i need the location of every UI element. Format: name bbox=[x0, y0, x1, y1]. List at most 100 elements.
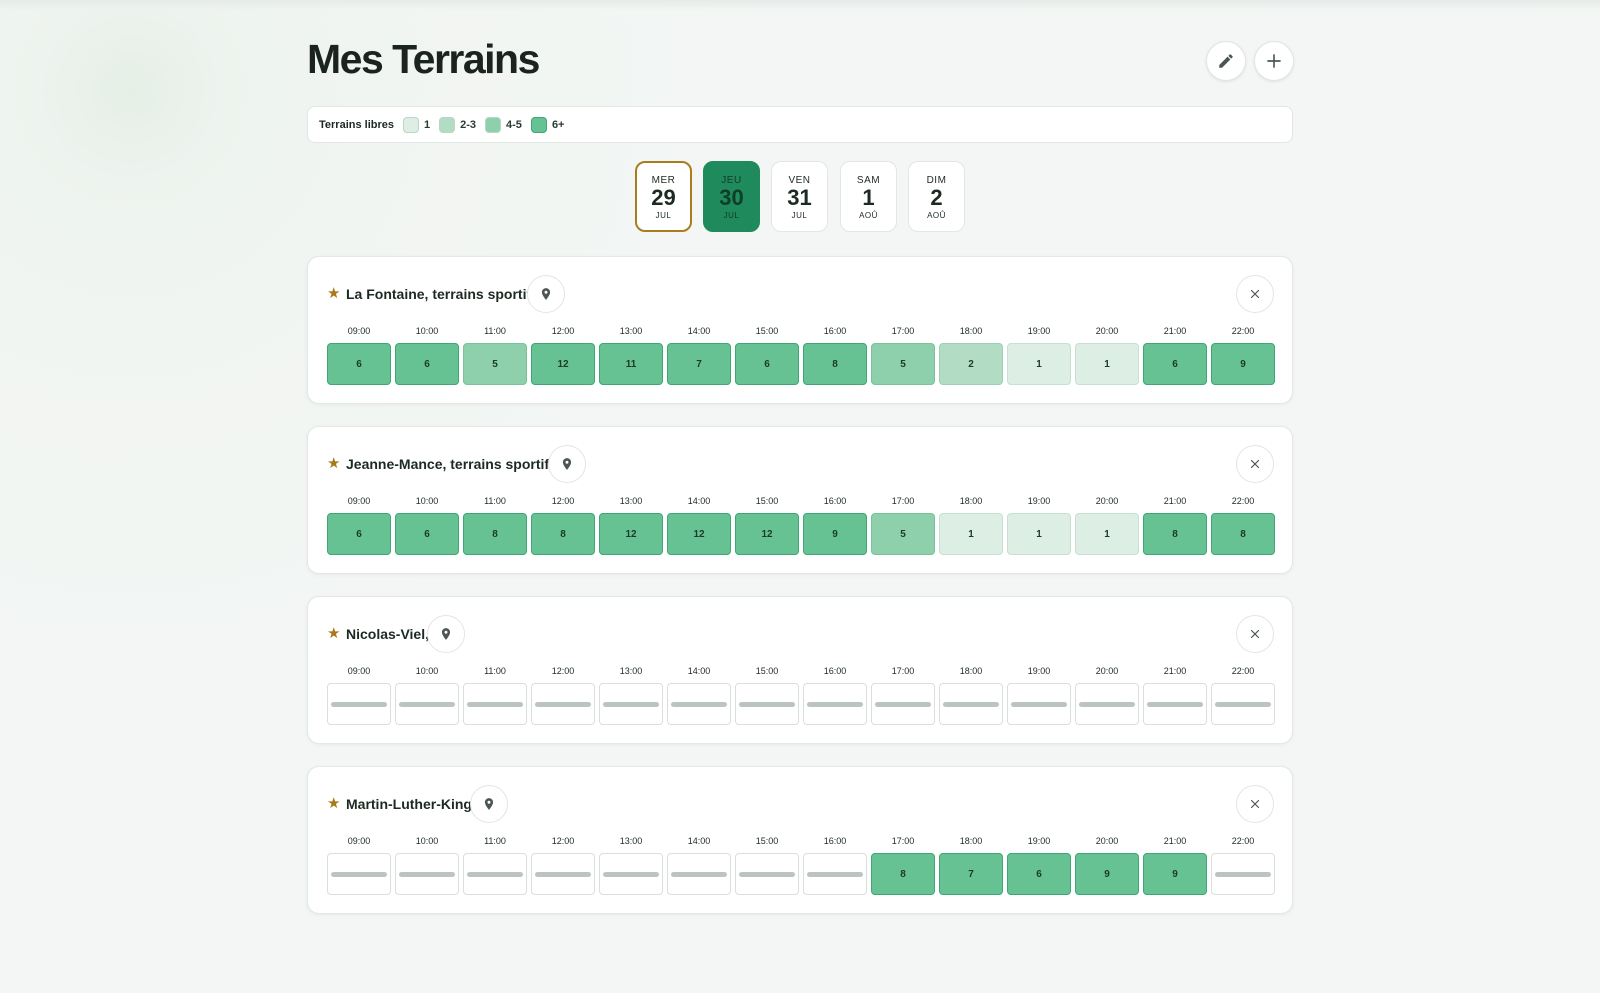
legend-swatch-1 bbox=[403, 116, 419, 133]
day-button-mer-29[interactable]: MER 29 JUL bbox=[635, 161, 692, 232]
star-icon[interactable]: ★ bbox=[327, 285, 340, 303]
day-button-sam-1[interactable]: SAM 1 AOÛ bbox=[840, 161, 897, 232]
time-slot-unavailable[interactable] bbox=[1211, 683, 1275, 725]
star-icon[interactable]: ★ bbox=[327, 795, 340, 813]
unavailable-bar bbox=[739, 871, 795, 877]
time-slot[interactable]: 8 bbox=[1211, 513, 1275, 555]
hour-label: 15:00 bbox=[755, 326, 779, 336]
time-slot-unavailable[interactable] bbox=[1143, 683, 1207, 725]
time-slot-unavailable[interactable] bbox=[803, 683, 867, 725]
time-slot[interactable]: 1 bbox=[1075, 343, 1139, 385]
time-slot[interactable]: 1 bbox=[939, 513, 1003, 555]
day-month: JUL bbox=[655, 211, 672, 220]
legend-title: Terrains libres bbox=[319, 118, 394, 131]
location-button[interactable] bbox=[470, 785, 508, 823]
time-slot[interactable]: 6 bbox=[735, 343, 799, 385]
time-slot[interactable]: 8 bbox=[1143, 513, 1207, 555]
time-slot-unavailable[interactable] bbox=[1075, 683, 1139, 725]
map-pin-icon bbox=[562, 458, 572, 470]
day-button-jeu-30[interactable]: JEU 30 JUL bbox=[703, 161, 760, 232]
time-slot[interactable]: 9 bbox=[1143, 853, 1207, 895]
time-slot[interactable]: 9 bbox=[1075, 853, 1139, 895]
time-slot[interactable]: 11 bbox=[599, 343, 663, 385]
day-number: 31 bbox=[787, 185, 812, 210]
time-slot-unavailable[interactable] bbox=[735, 853, 799, 895]
time-slot[interactable]: 7 bbox=[939, 853, 1003, 895]
hour-label: 17:00 bbox=[891, 496, 915, 506]
time-slot[interactable]: 12 bbox=[735, 513, 799, 555]
time-slot-unavailable[interactable] bbox=[463, 683, 527, 725]
time-slot-unavailable[interactable] bbox=[395, 683, 459, 725]
time-slot-unavailable[interactable] bbox=[735, 683, 799, 725]
location-button[interactable] bbox=[527, 275, 565, 313]
time-slot[interactable]: 8 bbox=[531, 513, 595, 555]
time-slot[interactable]: 6 bbox=[395, 513, 459, 555]
remove-venue-button[interactable] bbox=[1236, 275, 1274, 313]
unavailable-bar bbox=[1079, 701, 1135, 707]
location-button[interactable] bbox=[427, 615, 465, 653]
add-venue-button[interactable] bbox=[1254, 41, 1294, 81]
time-slot-unavailable[interactable] bbox=[667, 683, 731, 725]
day-month: AOÛ bbox=[859, 211, 878, 220]
unavailable-bar bbox=[671, 871, 727, 877]
time-slot-unavailable[interactable] bbox=[599, 853, 663, 895]
hour-label: 17:00 bbox=[891, 326, 915, 336]
legend-bar: Terrains libres 1 2-3 4-5 6+ bbox=[307, 106, 1293, 143]
time-slot[interactable]: 8 bbox=[871, 853, 935, 895]
time-slot[interactable]: 2 bbox=[939, 343, 1003, 385]
hour-label: 18:00 bbox=[959, 496, 983, 506]
day-button-ven-31[interactable]: VEN 31 JUL bbox=[771, 161, 828, 232]
time-slot-unavailable[interactable] bbox=[1007, 683, 1071, 725]
hour-label: 14:00 bbox=[687, 496, 711, 506]
time-slot[interactable]: 12 bbox=[531, 343, 595, 385]
time-slot[interactable]: 6 bbox=[327, 343, 391, 385]
time-slot-unavailable[interactable] bbox=[531, 683, 595, 725]
time-slot-unavailable[interactable] bbox=[395, 853, 459, 895]
time-slot-unavailable[interactable] bbox=[463, 853, 527, 895]
time-slot-unavailable[interactable] bbox=[1211, 853, 1275, 895]
time-slot[interactable]: 6 bbox=[395, 343, 459, 385]
star-icon[interactable]: ★ bbox=[327, 625, 340, 643]
time-slot[interactable]: 1 bbox=[1007, 513, 1071, 555]
time-slot[interactable]: 5 bbox=[871, 343, 935, 385]
time-slot-unavailable[interactable] bbox=[939, 683, 1003, 725]
time-slot[interactable]: 9 bbox=[803, 513, 867, 555]
time-slot[interactable]: 8 bbox=[803, 343, 867, 385]
time-slot-unavailable[interactable] bbox=[599, 683, 663, 725]
day-button-dim-2[interactable]: DIM 2 AOÛ bbox=[908, 161, 965, 232]
venue-name: Martin-Luther-King, bbox=[346, 796, 476, 812]
remove-venue-button[interactable] bbox=[1236, 615, 1274, 653]
time-slot[interactable]: 5 bbox=[463, 343, 527, 385]
time-slot-unavailable[interactable] bbox=[327, 683, 391, 725]
hour-label: 20:00 bbox=[1095, 326, 1119, 336]
time-slot-unavailable[interactable] bbox=[531, 853, 595, 895]
close-icon bbox=[1250, 289, 1260, 299]
unavailable-bar bbox=[535, 701, 591, 707]
map-pin-icon bbox=[441, 628, 451, 640]
time-slot[interactable]: 1 bbox=[1007, 343, 1071, 385]
time-slot[interactable]: 6 bbox=[327, 513, 391, 555]
time-slot[interactable]: 8 bbox=[463, 513, 527, 555]
time-slot[interactable]: 6 bbox=[1143, 343, 1207, 385]
time-slot[interactable]: 6 bbox=[1007, 853, 1071, 895]
hour-label: 13:00 bbox=[619, 836, 643, 846]
hour-label: 09:00 bbox=[347, 326, 371, 336]
star-icon[interactable]: ★ bbox=[327, 455, 340, 473]
remove-venue-button[interactable] bbox=[1236, 785, 1274, 823]
time-slot-unavailable[interactable] bbox=[667, 853, 731, 895]
time-slot[interactable]: 7 bbox=[667, 343, 731, 385]
hour-label: 13:00 bbox=[619, 666, 643, 676]
time-slot-unavailable[interactable] bbox=[327, 853, 391, 895]
time-slot[interactable]: 12 bbox=[667, 513, 731, 555]
location-button[interactable] bbox=[548, 445, 586, 483]
remove-venue-button[interactable] bbox=[1236, 445, 1274, 483]
time-slot[interactable]: 9 bbox=[1211, 343, 1275, 385]
hour-labels: 09:00 10:00 11:00 12:00 13:00 14:00 15:00 16:00… bbox=[327, 836, 1275, 848]
time-slot[interactable]: 5 bbox=[871, 513, 935, 555]
time-slot-unavailable[interactable] bbox=[803, 853, 867, 895]
legend-swatch-6-plus bbox=[530, 116, 547, 133]
edit-button[interactable] bbox=[1206, 41, 1246, 81]
time-slot-unavailable[interactable] bbox=[871, 683, 935, 725]
time-slot[interactable]: 12 bbox=[599, 513, 663, 555]
time-slot[interactable]: 1 bbox=[1075, 513, 1139, 555]
